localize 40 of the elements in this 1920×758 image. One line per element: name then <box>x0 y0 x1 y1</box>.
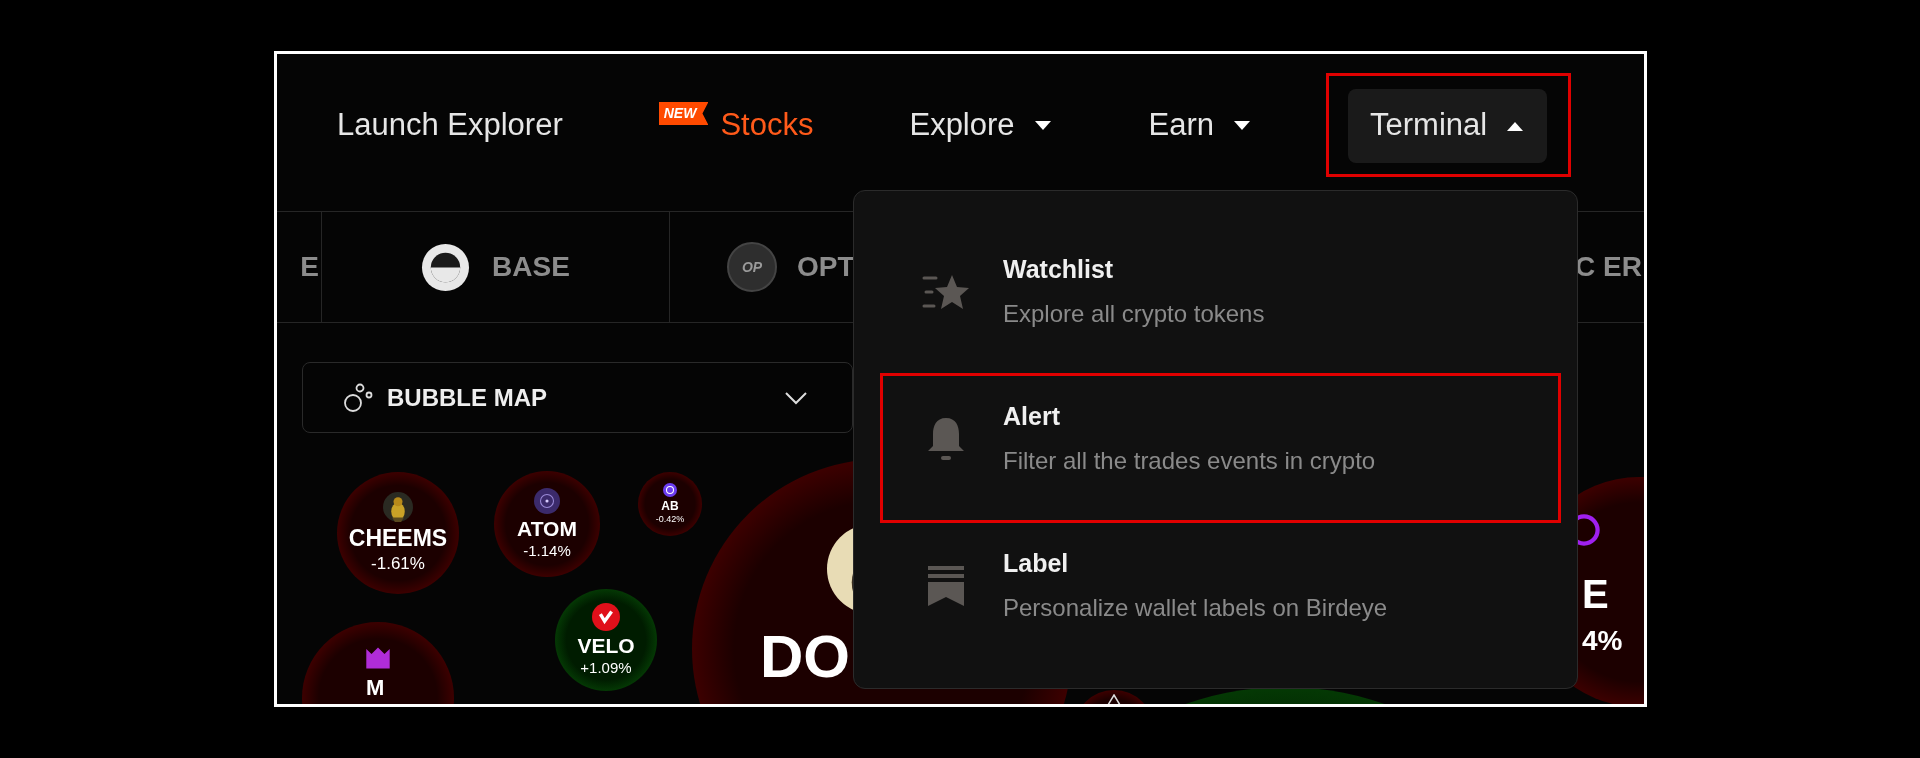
triangle-icon <box>1107 694 1121 704</box>
chain-tab[interactable]: E <box>300 246 319 288</box>
chevron-down-icon <box>784 390 808 405</box>
chain-icon: OP <box>727 242 777 292</box>
menu-item[interactable]: Label Personalize wallet labels on Birdeye <box>1003 551 1388 620</box>
chain-tab[interactable]: BASE <box>492 246 570 288</box>
token-bubble[interactable]: CHEEMS -1.61% <box>337 472 459 594</box>
price-change: -1.14% <box>523 541 571 561</box>
token-bubble[interactable]: M <box>302 622 454 704</box>
chain-icon <box>421 242 471 292</box>
price-change: -0.42% <box>655 513 685 526</box>
token-bubble[interactable]: ATOM -1.14% <box>494 471 600 577</box>
price-change: -1.61% <box>371 552 425 574</box>
view-select[interactable]: BUBBLE MAP <box>302 362 853 433</box>
bubbles-icon <box>343 382 373 413</box>
nav-menu-button[interactable]: Terminal <box>1348 88 1548 163</box>
bookmark-icon <box>928 565 964 606</box>
price-change: +1.09% <box>580 658 632 678</box>
menu-item[interactable]: Alert Filter all the trades events in crypto <box>1003 404 1376 473</box>
token-symbol: DO <box>760 622 850 692</box>
nav-link[interactable]: Stocks <box>720 102 814 149</box>
price-change: 4% <box>1582 624 1623 658</box>
token-symbol: VELO <box>577 632 635 659</box>
bell-icon <box>926 415 966 462</box>
menu-item[interactable]: Watchlist Explore all crypto tokens <box>1003 257 1265 326</box>
token-symbol: AB <box>661 498 679 514</box>
coin-icon <box>534 487 560 514</box>
token-symbol: M <box>366 674 385 702</box>
nav-menu-button[interactable]: Explore <box>909 88 1053 163</box>
nav-menu-button[interactable]: Earn <box>1148 88 1253 163</box>
coin-icon <box>592 602 620 631</box>
chain-tab[interactable]: OPT <box>797 246 855 288</box>
token-bubble[interactable]: VELO +1.09% <box>555 589 657 691</box>
token-symbol: ATOM <box>517 515 577 542</box>
token-symbol: CHEEMS <box>348 524 448 553</box>
nav-link[interactable]: Launch Explorer <box>337 102 563 149</box>
coin-icon <box>663 482 677 497</box>
new-badge: NEW <box>658 102 709 125</box>
token-symbol: E <box>1582 571 1609 618</box>
crown-icon <box>365 646 391 670</box>
